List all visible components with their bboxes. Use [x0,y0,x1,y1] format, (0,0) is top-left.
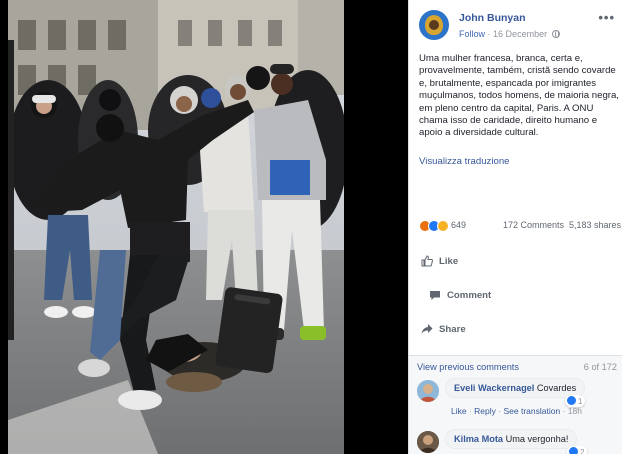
globe-icon [551,30,560,38]
comment-like-count: 1 [578,397,583,406]
commenter-avatar[interactable] [417,380,439,402]
like-icon [567,396,576,405]
avatar-face [429,20,439,30]
comment-links: Like · Reply · See translation · 18h [451,406,582,416]
comments-count-link[interactable]: 172 Comments [503,220,564,230]
comments-section: View previous comments 6 of 172 Eveli Wa… [409,355,622,454]
comment-text: Covardes [536,383,577,393]
share-label: Share [439,324,466,335]
shares-count-link[interactable]: 5,183 shares [569,220,621,230]
comment-like-count: 2 [580,448,585,454]
like-icon [569,447,578,454]
author-avatar[interactable] [419,10,449,40]
photo-viewer [0,0,408,454]
comment-text: Uma vergonha! [505,434,569,444]
post-meta: Follow · 16 December [459,29,560,39]
comment-see-translation-link[interactable]: See translation [503,406,560,416]
post-header: John Bunyan Follow · 16 December ••• [419,8,619,44]
view-previous-comments-link[interactable]: View previous comments [417,362,519,372]
commenter-name-link[interactable]: Eveli Wackernagel [454,383,534,393]
comments-count-of: 6 of 172 [583,362,617,372]
comment-reply-link[interactable]: Reply [474,406,496,416]
comment-bubble: Kilma Mota Uma vergonha! [445,429,578,449]
post-text: Uma mulher francesa, branca, certa e, pr… [419,53,619,139]
commenter-photo [417,380,439,402]
meta-separator: · [487,29,491,39]
like-label: Like [439,256,459,267]
see-translation-link[interactable]: Visualizza traduzione [419,156,510,167]
reaction-icons[interactable] [419,220,453,232]
post-stats: 649 172 Comments 5,183 shares [419,219,621,233]
share-icon [421,324,433,334]
comment-bubble: Eveli Wackernagel Covardes [445,378,586,398]
comment-label: Comment [447,290,492,301]
post-date[interactable]: 16 December [493,29,547,39]
commenter-name-link[interactable]: Kilma Mota [454,434,503,444]
comment-like-link[interactable]: Like [451,406,467,416]
comment-time[interactable]: 18h [568,406,582,416]
author-name-link[interactable]: John Bunyan [459,12,526,24]
reaction-count[interactable]: 649 [451,220,466,230]
post-side-panel: John Bunyan Follow · 16 December ••• Uma… [408,0,622,454]
comment-icon [430,291,440,300]
comment-button[interactable]: Comment [427,288,622,304]
comment-likes-badge[interactable]: 2 [567,446,588,454]
follow-link[interactable]: Follow [459,29,485,39]
thumbs-up-icon [421,255,433,267]
post-photo[interactable] [8,0,344,454]
commenter-avatar[interactable] [417,431,439,453]
street-scene-image [8,0,344,454]
viewer-edge [0,0,8,454]
sad-icon [437,220,449,232]
more-options-icon[interactable]: ••• [598,10,615,25]
commenter-photo [417,431,439,453]
